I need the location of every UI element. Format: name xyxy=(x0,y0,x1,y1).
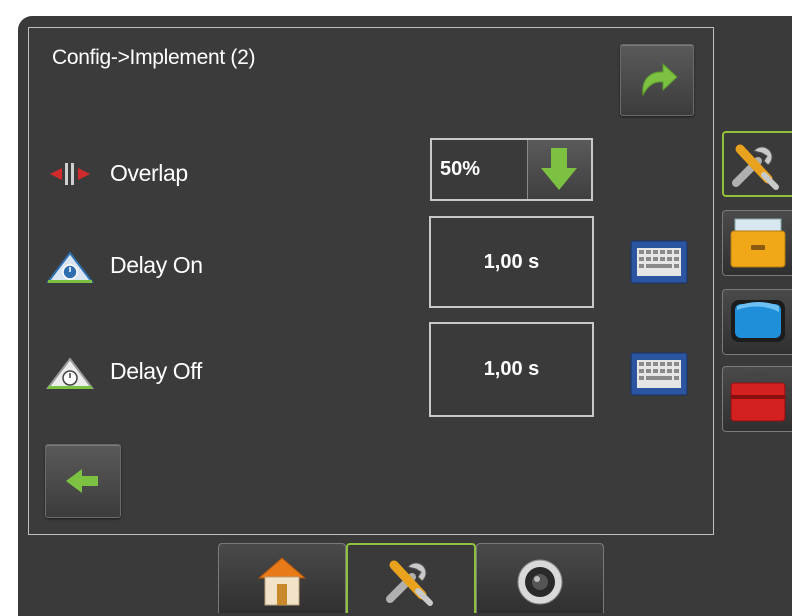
delay-off-icon xyxy=(46,357,94,389)
camera-icon xyxy=(517,559,563,605)
back-arrow-icon xyxy=(66,469,98,493)
delay-off-keyboard-button[interactable] xyxy=(630,352,688,396)
toolbox-icon xyxy=(730,373,786,422)
file-cabinet-icon xyxy=(730,218,786,268)
delay-off-value-box[interactable]: 1,00 s xyxy=(429,322,594,417)
home-icon xyxy=(257,557,307,606)
redo-arrow-icon xyxy=(642,62,678,97)
page-title: Config->Implement (2) xyxy=(52,46,256,69)
bottom-tab-home[interactable] xyxy=(218,543,346,613)
config-panel xyxy=(28,27,714,535)
delay-on-keyboard-button[interactable] xyxy=(630,240,688,284)
side-tab-tools[interactable] xyxy=(722,366,792,432)
back-button[interactable] xyxy=(45,444,121,518)
delay-on-icon xyxy=(46,251,94,283)
monitor-icon xyxy=(731,300,785,342)
tools-icon xyxy=(732,144,779,190)
side-tab-setup[interactable] xyxy=(722,131,792,197)
side-tab-data[interactable] xyxy=(722,210,792,276)
delay-on-value-box[interactable]: 1,00 s xyxy=(429,216,594,308)
overlap-icon xyxy=(50,163,90,185)
side-tab-display[interactable] xyxy=(722,289,792,355)
next-page-button[interactable] xyxy=(620,44,694,116)
delay-on-value: 1,00 s xyxy=(483,250,540,273)
delay-off-label: Delay Off xyxy=(110,358,202,384)
tools-icon xyxy=(386,560,433,606)
overlap-label: Overlap xyxy=(110,160,188,186)
delay-on-label: Delay On xyxy=(110,252,203,278)
overlap-value: 50% xyxy=(440,158,481,180)
overlap-dropdown-button[interactable] xyxy=(527,140,591,199)
overlap-dropdown[interactable]: 50% xyxy=(430,138,593,201)
down-arrow-icon xyxy=(541,148,577,190)
bottom-tab-camera[interactable] xyxy=(476,543,604,613)
delay-off-value: 1,00 s xyxy=(483,358,540,380)
bottom-tab-setup[interactable] xyxy=(346,543,476,613)
